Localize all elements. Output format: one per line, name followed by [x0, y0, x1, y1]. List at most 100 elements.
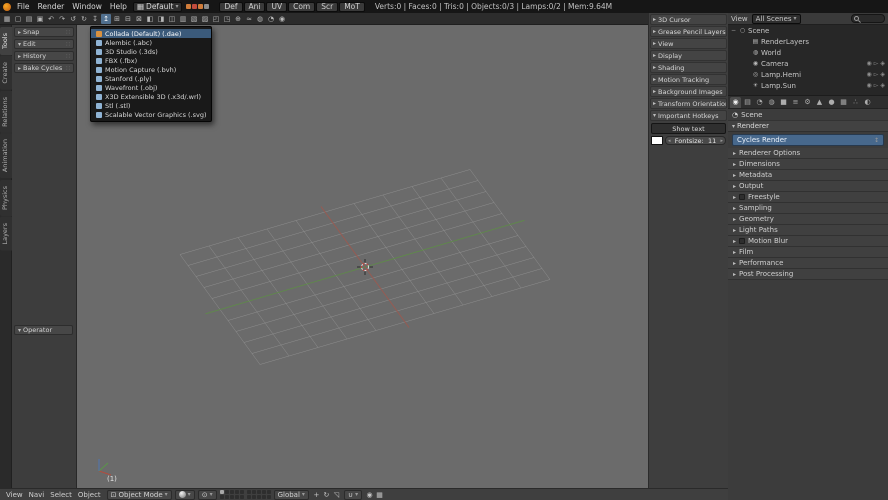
- delete-icon[interactable]: ▥: [178, 14, 188, 24]
- selectability-toggle-icon[interactable]: ▻: [874, 82, 879, 89]
- selectability-toggle-icon[interactable]: ▻: [874, 60, 879, 67]
- smooth-icon[interactable]: ≈: [244, 14, 254, 24]
- operator-panel-header[interactable]: Operator: [14, 325, 73, 335]
- outliner-item[interactable]: ▤ RenderLayers ◉ ▻ ◈: [728, 36, 888, 47]
- shade-icon[interactable]: ◍: [255, 14, 265, 24]
- scene-action-icon[interactable]: [186, 4, 192, 9]
- tool-shelf-tab[interactable]: Relations: [0, 90, 12, 133]
- renderer-section-header[interactable]: Renderer: [728, 121, 888, 132]
- properties-panel-header[interactable]: Motion Blur: [728, 236, 888, 247]
- redo-icon[interactable]: ↷: [57, 14, 67, 24]
- n-panel-section-header[interactable]: Transform Orientations: [650, 98, 727, 109]
- tree-expander-icon[interactable]: −: [731, 27, 737, 34]
- layer-toggle[interactable]: [239, 490, 244, 494]
- repeat-icon[interactable]: ↻: [79, 14, 89, 24]
- view-side-icon[interactable]: ◳: [222, 14, 232, 24]
- properties-panel-header[interactable]: Film: [728, 247, 888, 258]
- layer-toggle[interactable]: [266, 490, 271, 494]
- workspace-button[interactable]: Com: [288, 1, 316, 12]
- properties-panel-header[interactable]: Freestyle: [728, 192, 888, 203]
- panel-grip-icon[interactable]: ∷: [66, 53, 70, 60]
- tab-constraints[interactable]: ≡: [790, 97, 801, 108]
- properties-panel-header[interactable]: Post Processing: [728, 269, 888, 280]
- layer-toggle[interactable]: [261, 490, 266, 494]
- n-panel-section-header[interactable]: Display: [650, 50, 727, 61]
- shelf-panel-header[interactable]: Bake Cycles ∷: [14, 63, 74, 73]
- export-menu-item[interactable]: X3D Extensible 3D (.x3d/.wrl): [91, 92, 211, 101]
- view-front-icon[interactable]: ◰: [211, 14, 221, 24]
- outliner-item[interactable]: ◉ Camera ◉ ▻ ◈: [728, 58, 888, 69]
- shelf-panel-header[interactable]: History ∷: [14, 51, 74, 61]
- tool-shelf-tab[interactable]: Create: [0, 56, 12, 90]
- outliner-view-menu[interactable]: View: [731, 15, 748, 23]
- append-icon[interactable]: ⊟: [123, 14, 133, 24]
- n-panel-section-header[interactable]: 3D Cursor: [650, 14, 727, 25]
- pack-icon[interactable]: ⊠: [134, 14, 144, 24]
- layer-toggle[interactable]: [246, 495, 251, 499]
- layer-toggle[interactable]: [234, 490, 239, 494]
- tool-shelf-tab[interactable]: Tools: [0, 27, 12, 56]
- panel-checkbox[interactable]: [739, 194, 746, 200]
- top-menu-item[interactable]: File: [13, 2, 34, 11]
- layer-toggle[interactable]: [251, 495, 256, 499]
- duplicate-icon[interactable]: ◫: [167, 14, 177, 24]
- export-menu-item[interactable]: Stanford (.ply): [91, 74, 211, 83]
- layer-toggle[interactable]: [224, 490, 229, 494]
- properties-panel-header[interactable]: Metadata: [728, 170, 888, 181]
- panel-grip-icon[interactable]: ∷: [66, 41, 70, 48]
- properties-panel-header[interactable]: Geometry: [728, 214, 888, 225]
- properties-panel-header[interactable]: Renderer Options: [728, 148, 888, 159]
- n-panel-section-header[interactable]: Grease Pencil Layers: [650, 26, 727, 37]
- viewport-menu-item[interactable]: Object: [75, 491, 104, 499]
- import-icon[interactable]: ↧: [90, 14, 100, 24]
- opengl-render-icon[interactable]: ◉: [365, 490, 374, 499]
- layer-toggle[interactable]: [239, 495, 244, 499]
- outliner-search-input[interactable]: [851, 14, 885, 23]
- outliner-item[interactable]: ◎ Lamp.Hemi ◉ ▻ ◈: [728, 69, 888, 80]
- editor-type-icon[interactable]: ▦: [2, 14, 12, 24]
- tool-shelf-tab[interactable]: Physics: [0, 179, 12, 216]
- manipulator-scale-icon[interactable]: ◹: [332, 490, 341, 499]
- fontsize-stepper[interactable]: ◂ Fontsize: 11 ▸: [665, 136, 726, 145]
- n-panel-section-header[interactable]: Important Hotkeys: [650, 110, 727, 121]
- stepper-left-icon[interactable]: ◂: [668, 138, 671, 144]
- shelf-panel-header[interactable]: Edit ∷: [14, 39, 74, 49]
- properties-panel-header[interactable]: Light Paths: [728, 225, 888, 236]
- top-menu-item[interactable]: Window: [68, 2, 106, 11]
- viewport-menu-item[interactable]: Navi: [26, 491, 48, 499]
- scene-action-icon[interactable]: [192, 4, 198, 9]
- tab-world[interactable]: ◍: [766, 97, 777, 108]
- tab-modifiers[interactable]: ⚙: [802, 97, 813, 108]
- layer-toggle[interactable]: [224, 495, 229, 499]
- tool-shelf-tab[interactable]: Animation: [0, 133, 12, 179]
- save-file-icon[interactable]: ▣: [35, 14, 45, 24]
- opengl-render-anim-icon[interactable]: ▦: [375, 490, 384, 499]
- open-file-icon[interactable]: ▤: [24, 14, 34, 24]
- viewport-menu-item[interactable]: View: [3, 491, 26, 499]
- text-color-swatch[interactable]: [651, 136, 663, 145]
- renderability-toggle-icon[interactable]: ◈: [880, 82, 885, 89]
- layer-toggle[interactable]: [251, 490, 256, 494]
- snap-dropdown[interactable]: ∪ ▾: [343, 489, 363, 500]
- properties-panel-header[interactable]: Performance: [728, 258, 888, 269]
- outliner-display-mode-dropdown[interactable]: All Scenes ▾: [751, 13, 801, 24]
- render-engine-dropdown[interactable]: Cycles Render ↕: [732, 134, 884, 146]
- n-panel-section-header[interactable]: Background Images: [650, 86, 727, 97]
- wire-icon[interactable]: ◔: [266, 14, 276, 24]
- visibility-toggle-icon[interactable]: ◉: [867, 71, 872, 78]
- workspace-button[interactable]: Scr: [316, 1, 339, 12]
- copy-icon[interactable]: ◧: [145, 14, 155, 24]
- workspace-button[interactable]: Def: [219, 1, 243, 12]
- outliner-item[interactable]: ◍ World ◉ ▻ ◈: [728, 47, 888, 58]
- panel-grip-icon[interactable]: ∷: [66, 65, 70, 72]
- n-panel-section-header[interactable]: Motion Tracking: [650, 74, 727, 85]
- undo-icon[interactable]: ↶: [46, 14, 56, 24]
- tab-object[interactable]: ■: [778, 97, 789, 108]
- mode-dropdown[interactable]: ⊡ Object Mode ▾: [106, 489, 172, 500]
- layer-toggle[interactable]: [229, 490, 234, 494]
- top-menu-item[interactable]: Render: [34, 2, 69, 11]
- export-menu-item[interactable]: Stl (.stl): [91, 101, 211, 110]
- export-menu-item[interactable]: Collada (Default) (.dae): [91, 29, 211, 38]
- layer-toggle[interactable]: [234, 495, 239, 499]
- export-menu-item[interactable]: FBX (.fbx): [91, 56, 211, 65]
